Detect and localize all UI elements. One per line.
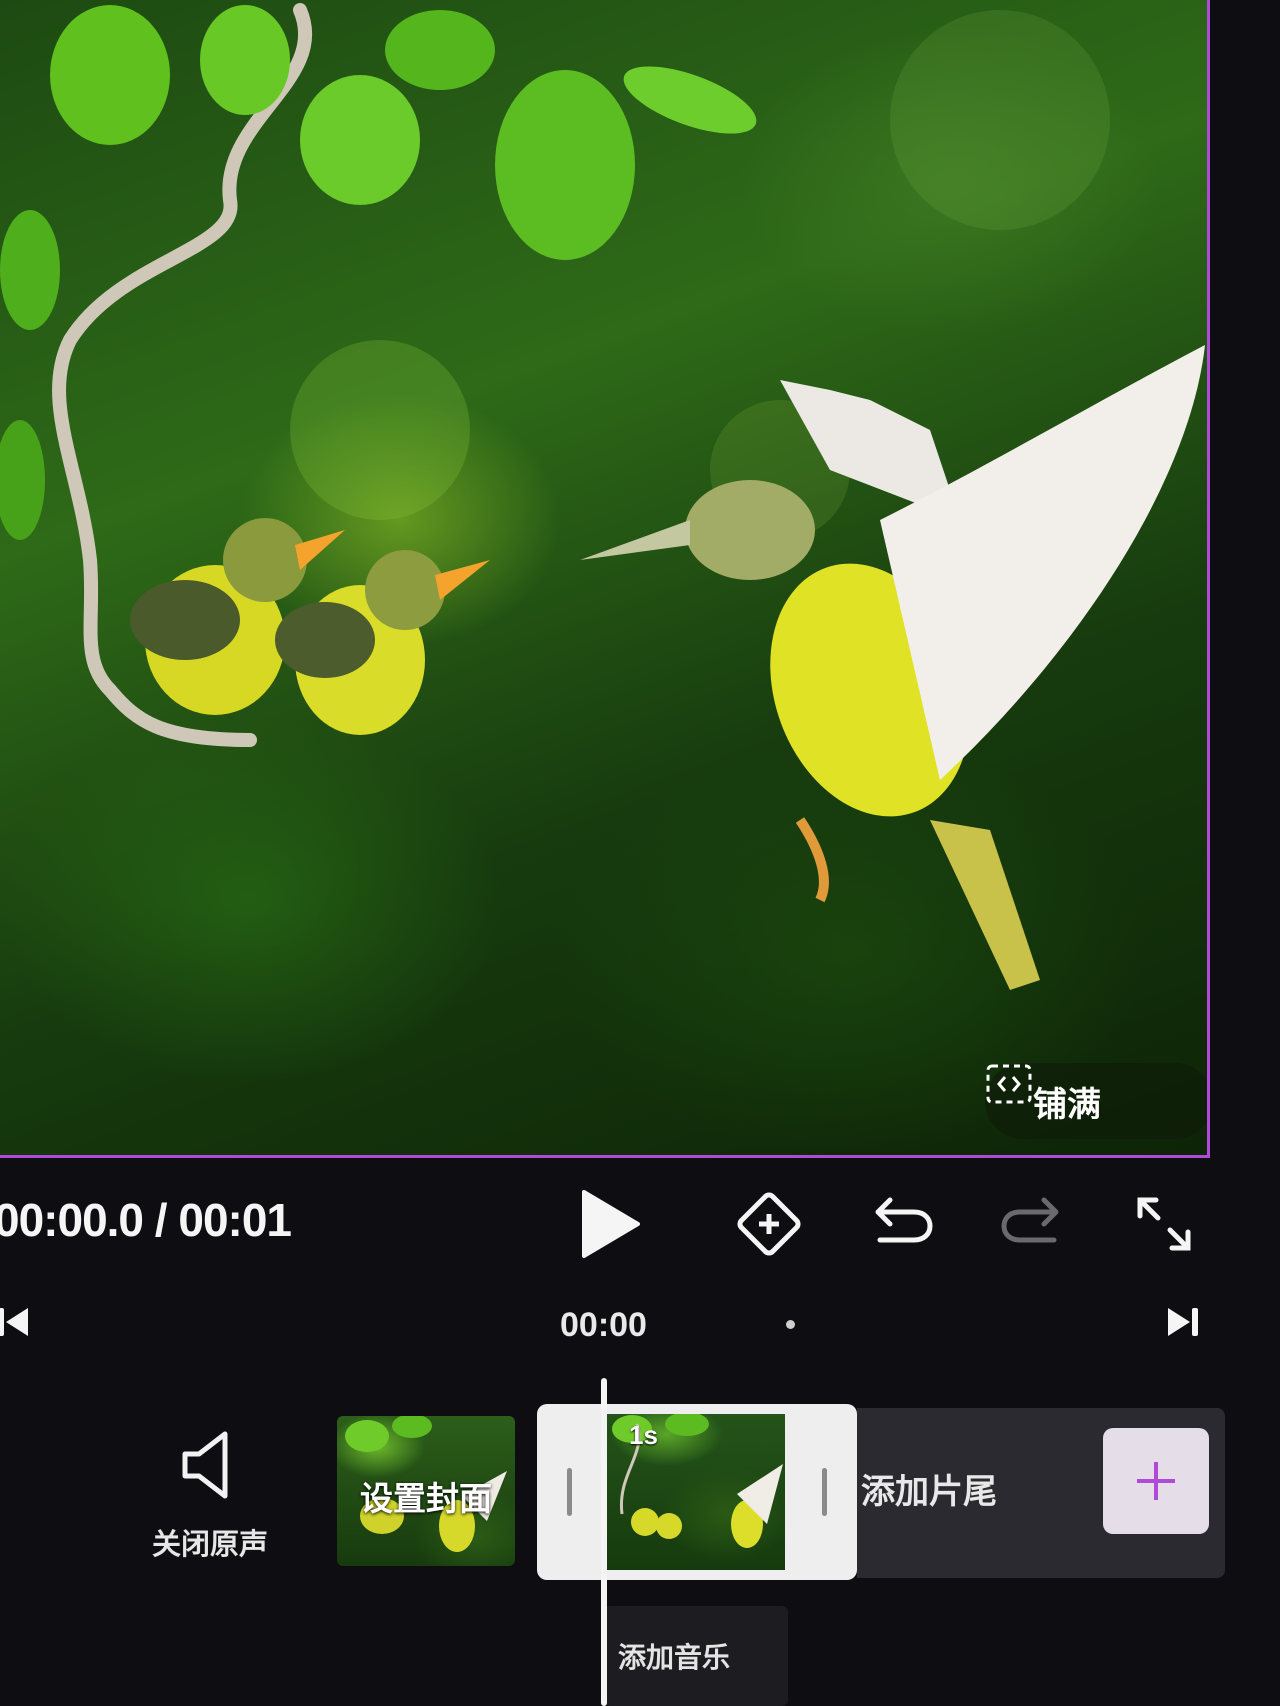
play-button[interactable] xyxy=(572,1188,644,1260)
timeline-ruler[interactable]: 00:00 xyxy=(0,1290,1280,1360)
video-preview[interactable]: 铺满 xyxy=(0,0,1210,1158)
add-music-button[interactable]: 添加音乐 xyxy=(604,1606,788,1706)
clip-thumbnail: 1s xyxy=(607,1414,785,1570)
timeline-track-area: 关闭原声 设置封面 1s 添加片尾 添加音乐 xyxy=(0,1390,1280,1706)
skip-to-end-icon[interactable] xyxy=(1164,1302,1200,1342)
fill-mode-button[interactable]: 铺满 xyxy=(985,1063,1207,1139)
playhead[interactable] xyxy=(601,1378,607,1706)
ruler-current-time: 00:00 xyxy=(560,1306,647,1344)
add-clip-button[interactable] xyxy=(1103,1428,1209,1534)
redo-button[interactable] xyxy=(996,1188,1068,1260)
fill-mode-label: 铺满 xyxy=(1033,1085,1101,1124)
playback-controls: 00:00.0 / 00:01 xyxy=(0,1160,1280,1280)
set-cover-button[interactable]: 设置封面 xyxy=(337,1416,515,1566)
clip-trim-handle-left[interactable] xyxy=(567,1468,572,1516)
set-cover-label: 设置封面 xyxy=(360,1480,492,1517)
add-ending-label: 添加片尾 xyxy=(861,1473,997,1511)
undo-button[interactable] xyxy=(866,1188,938,1260)
redo-icon xyxy=(1001,1197,1059,1243)
timecode-display: 00:00.0 / 00:01 xyxy=(0,1194,292,1246)
preview-frame-image xyxy=(0,3,1205,990)
add-music-label: 添加音乐 xyxy=(618,1642,731,1673)
clip-duration: 1s xyxy=(629,1420,658,1450)
speaker-icon xyxy=(182,1431,228,1499)
ruler-tick xyxy=(786,1320,795,1329)
fullscreen-icon xyxy=(1137,1197,1191,1251)
undo-icon xyxy=(875,1197,933,1243)
mute-original-label: 关闭原声 xyxy=(151,1529,268,1561)
plus-icon xyxy=(1137,1462,1175,1500)
skip-to-start-icon[interactable] xyxy=(0,1302,32,1342)
add-keyframe-button[interactable] xyxy=(733,1188,805,1260)
play-icon xyxy=(582,1190,640,1258)
fit-fill-icon xyxy=(986,1064,1032,1104)
mute-original-button[interactable]: 关闭原声 xyxy=(130,1428,290,1563)
fullscreen-button[interactable] xyxy=(1128,1188,1200,1260)
clip-trim-handle-right[interactable] xyxy=(822,1468,827,1516)
add-keyframe-icon xyxy=(737,1192,801,1256)
video-clip[interactable]: 1s xyxy=(537,1404,857,1580)
